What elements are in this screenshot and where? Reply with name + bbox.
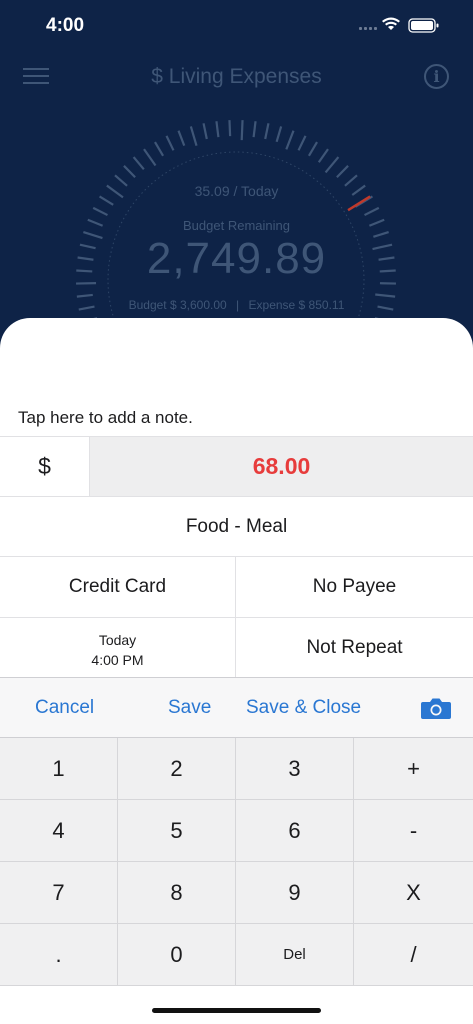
amount-field[interactable]: 68.00 [90, 437, 473, 496]
gauge-tick [165, 135, 175, 151]
account-payee-row: Credit Card No Payee [0, 556, 473, 617]
key-delete[interactable]: Del [236, 924, 354, 986]
gauge-tick [336, 165, 349, 179]
gauge-tick [215, 121, 220, 138]
gauge-today-text: 35.09 / Today [194, 183, 279, 199]
payee-selector[interactable]: No Payee [236, 557, 473, 617]
date-selector[interactable]: Today 4:00 PM [0, 618, 236, 678]
key-1[interactable]: 1 [0, 738, 118, 800]
cancel-button[interactable]: Cancel [35, 678, 94, 738]
save-close-button[interactable]: Save & Close [246, 678, 361, 738]
key-8[interactable]: 8 [118, 862, 236, 924]
gauge-tick [92, 206, 108, 217]
date-time: 4:00 PM [91, 652, 144, 668]
key-plus[interactable]: + [354, 738, 473, 800]
key-6[interactable]: 6 [236, 800, 354, 862]
status-bar: 4:00 [0, 0, 473, 52]
status-time: 4:00 [46, 15, 85, 36]
gauge-tick [154, 141, 165, 157]
nav-bar: $ Living Expenses i [0, 52, 473, 100]
key-4[interactable]: 4 [0, 800, 118, 862]
key-2[interactable]: 2 [118, 738, 236, 800]
gauge-tick [123, 165, 136, 179]
background-screen: 4:00 $ Living Expenses i 35.09 / Today B… [0, 0, 473, 340]
cellular-signal-icon [359, 27, 377, 30]
gauge-remaining-label: Budget Remaining [183, 218, 290, 233]
gauge-tick [143, 148, 157, 167]
gauge-tick [228, 120, 232, 137]
key-3[interactable]: 3 [236, 738, 354, 800]
category-selector[interactable]: Food - Meal [0, 496, 473, 556]
currency-symbol[interactable]: $ [0, 437, 90, 496]
battery-icon [408, 18, 439, 33]
gauge-tick [202, 123, 208, 140]
home-indicator [152, 1008, 321, 1013]
gauge-tick [317, 148, 329, 163]
budget-gauge: 35.09 / Today Budget Remaining 2,749.89 … [0, 110, 473, 340]
date-day: Today [98, 632, 137, 648]
key-0[interactable]: 0 [118, 924, 236, 986]
camera-icon[interactable] [421, 697, 451, 719]
key-5[interactable]: 5 [118, 800, 236, 862]
gauge-tick [177, 130, 186, 147]
save-button[interactable]: Save [168, 678, 211, 738]
gauge-tick [76, 293, 93, 298]
gauge-tick [364, 206, 380, 217]
note-placeholder[interactable]: Tap here to add a note. [18, 408, 193, 428]
key-9[interactable]: 9 [236, 862, 354, 924]
gauge-tick [285, 130, 295, 150]
number-keypad: 1 2 3 +4 5 6- 7 8 9 X. 0 Del / [0, 738, 473, 986]
transaction-sheet: Tap here to add a note. $ 68.00 Food - M… [0, 318, 473, 1024]
gauge-remaining-value: 2,749.89 [146, 234, 327, 283]
gauge-tick [132, 156, 145, 171]
gauge-tick [264, 123, 270, 140]
gauge-tick [252, 121, 257, 138]
key-multiply[interactable]: X [354, 862, 473, 924]
gauge-tick [307, 141, 318, 157]
gauge-tick [375, 293, 396, 298]
gauge-tick [240, 120, 244, 141]
amount-row: $ 68.00 [0, 436, 473, 496]
nav-title: $ Living Expenses [151, 65, 322, 88]
account-selector[interactable]: Credit Card [0, 557, 236, 617]
gauge-tick [189, 126, 198, 146]
note-area[interactable]: Tap here to add a note. [0, 318, 473, 436]
key-minus[interactable]: - [354, 800, 473, 862]
budget-amount-text: Budget $ 3,600.00 [128, 298, 227, 312]
footer-separator: | [236, 298, 240, 312]
date-repeat-row: Today 4:00 PM Not Repeat [0, 617, 473, 678]
wifi-icon [382, 17, 400, 30]
key-decimal[interactable]: . [0, 924, 118, 986]
action-bar: Cancel Save Save & Close [0, 677, 473, 738]
gauge-tick [297, 135, 307, 151]
expense-amount-text: Expense $ 850.11 [248, 298, 345, 312]
key-7[interactable]: 7 [0, 862, 118, 924]
gauge-tick [324, 156, 340, 174]
status-icons [359, 17, 439, 33]
gauge-footer: Budget $ 3,600.00 | Expense $ 850.11 [0, 298, 473, 312]
repeat-selector[interactable]: Not Repeat [236, 618, 473, 678]
gauge-tick [275, 126, 283, 143]
key-divide[interactable]: / [354, 924, 473, 986]
info-icon[interactable]: i [424, 64, 449, 89]
